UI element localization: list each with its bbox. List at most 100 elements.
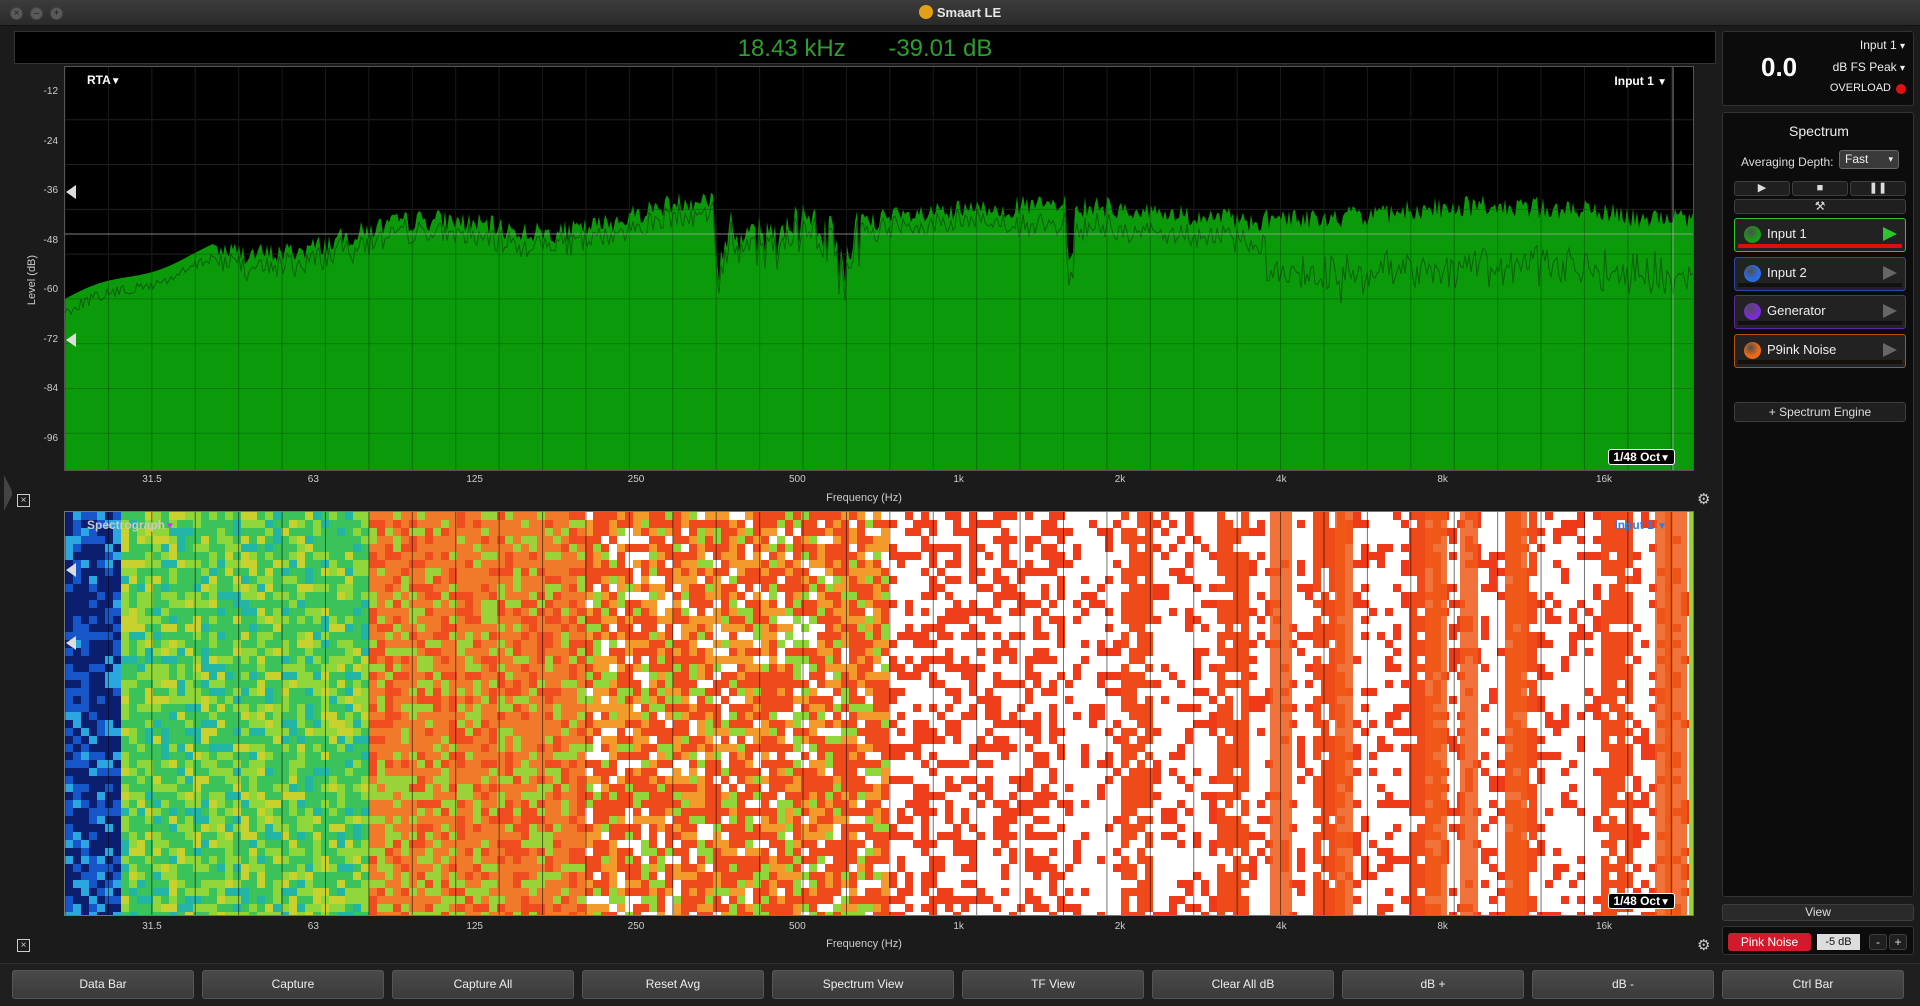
db-plus-button[interactable]: dB +: [1342, 970, 1524, 999]
chevron-down-icon: ▼: [1657, 521, 1667, 532]
meter-value: 0.0: [1761, 52, 1798, 82]
input-meter: 0.0 Input 1 ▾ dB FS Peak ▾ OVERLOAD: [1722, 31, 1914, 106]
settings-tools-button[interactable]: ⚒: [1734, 199, 1906, 214]
x-tick-label: 16k: [1595, 474, 1613, 485]
source-color-dot-icon: [1744, 226, 1761, 243]
stop-icon: ■: [1816, 182, 1824, 194]
pink-noise-button[interactable]: Pink Noise: [1728, 933, 1811, 951]
rta-resolution-dropdown[interactable]: 1/48 Oct▼: [1608, 449, 1675, 465]
source-color-dot-icon: [1744, 264, 1761, 282]
rta-input-dropdown[interactable]: Input 1 ▼: [1614, 74, 1667, 88]
meter-input-label: Input 1: [1859, 38, 1897, 52]
rta-input-label: Input 1: [1614, 74, 1654, 88]
cursor-level-readout: -39.01 dB: [888, 35, 993, 62]
x-tick-label: 8k: [1437, 474, 1448, 485]
rta-mode-label: RTA: [87, 73, 111, 87]
window-title: Smaart LE: [0, 5, 1920, 20]
top-handle-icon[interactable]: [66, 563, 76, 577]
x-tick-label: 16k: [1595, 921, 1613, 932]
view-label: View: [1805, 905, 1831, 919]
y-tick-label: -96: [43, 432, 58, 444]
x-tick-label: 125: [466, 474, 483, 485]
capture-button[interactable]: Capture: [202, 970, 384, 999]
play-icon[interactable]: [1883, 227, 1897, 241]
pause-icon: ❚❚: [1868, 182, 1888, 194]
rta-graph[interactable]: [65, 67, 1693, 470]
x-tick-label: 250: [627, 474, 645, 485]
spectrum-panel-title: Spectrum: [1789, 123, 1849, 139]
close-plot-icon[interactable]: ×: [17, 939, 30, 952]
spectrograph-band: [1665, 512, 1687, 915]
bottom-handle-icon[interactable]: [66, 333, 76, 347]
generator-level-field[interactable]: -5 dB: [1817, 934, 1860, 950]
gear-icon[interactable]: ⚙: [1697, 936, 1710, 954]
spectrograph-mode-label: Spectrograph: [87, 518, 166, 532]
reset-avg-button[interactable]: Reset Avg: [582, 970, 764, 999]
x-tick-label: 2k: [1114, 474, 1126, 485]
overload-label: OVERLOAD: [1829, 82, 1891, 94]
spectrograph-band: [1505, 512, 1527, 915]
spectrograph-input-dropdown[interactable]: Input 1 ▼: [1614, 518, 1667, 532]
x-tick-label: 31.5: [142, 921, 162, 932]
spectrograph-plot[interactable]: Spectrograph▼ Input 1 ▼ 1/48 Oct▼: [64, 511, 1694, 916]
averaging-depth-label: Averaging Depth:: [1741, 155, 1834, 169]
gear-icon[interactable]: ⚙: [1697, 490, 1710, 508]
meter-scale-dropdown[interactable]: dB FS Peak ▾: [1833, 60, 1905, 74]
capture-all-button[interactable]: Capture All: [392, 970, 574, 999]
spectrograph-mode-dropdown[interactable]: Spectrograph▼: [87, 518, 175, 532]
tools-icon: ⚒: [1814, 199, 1826, 213]
meter-input-dropdown[interactable]: Input 1 ▾: [1860, 38, 1905, 52]
source-generator[interactable]: Generator: [1734, 295, 1906, 329]
spectrograph-band: [1460, 512, 1478, 915]
source-color-dot-icon: [1744, 303, 1761, 320]
averaging-depth-select[interactable]: Fast ▾: [1839, 150, 1899, 169]
rta-plot[interactable]: RTA▼ Input 1 ▼ 1/48 Oct▼: [64, 66, 1694, 471]
clear-all-db-button[interactable]: Clear All dB: [1152, 970, 1334, 999]
ctrl-bar-button[interactable]: Ctrl Bar: [1722, 970, 1904, 999]
spectrum-view-button[interactable]: Spectrum View: [772, 970, 954, 999]
rta-mode-dropdown[interactable]: RTA▼: [87, 73, 121, 87]
title-bar: × – + Smaart LE: [0, 0, 1920, 26]
rta-y-axis-title: Level (dB): [26, 254, 38, 306]
play-icon[interactable]: [1883, 265, 1897, 280]
add-spectrum-engine-button[interactable]: + Spectrum Engine: [1734, 402, 1906, 422]
command-bar: Data Bar Capture Capture All Reset Avg Spect…: [0, 963, 1920, 1006]
data-bar: 18.43 kHz -39.01 dB: [14, 31, 1716, 64]
play-icon[interactable]: [1883, 342, 1897, 357]
tf-view-button[interactable]: TF View: [962, 970, 1144, 999]
db-minus-button[interactable]: dB -: [1532, 970, 1714, 999]
minus-label: -: [1876, 935, 1880, 949]
y-tick-label: -24: [43, 135, 58, 147]
x-tick-label: 8k: [1437, 921, 1448, 932]
source-input-1[interactable]: Input 1: [1734, 218, 1906, 252]
spectrograph-band: [1425, 512, 1447, 915]
top-handle-icon[interactable]: [66, 185, 76, 199]
source-input-2[interactable]: Input 2: [1734, 256, 1906, 291]
data-bar-button[interactable]: Data Bar: [12, 970, 194, 999]
y-tick-label: -48: [43, 234, 58, 246]
generator-level-increase-button[interactable]: +: [1889, 934, 1907, 950]
close-plot-icon[interactable]: ×: [17, 494, 30, 507]
view-button[interactable]: View: [1722, 904, 1914, 921]
chevron-down-icon: ▾: [1899, 41, 1905, 52]
meter-scale-label: dB FS Peak: [1832, 60, 1897, 74]
stop-button[interactable]: ■: [1792, 181, 1848, 196]
start-button[interactable]: ▶: [1734, 181, 1790, 196]
x-tick-label: 2k: [1114, 921, 1126, 932]
spectrograph-graph[interactable]: [65, 512, 1693, 915]
x-tick-label: 63: [307, 921, 319, 932]
averaging-depth-value: Fast: [1845, 152, 1869, 166]
play-icon[interactable]: [1883, 304, 1897, 318]
spectrograph-resolution-dropdown[interactable]: 1/48 Oct▼: [1608, 893, 1675, 909]
x-tick-label: 500: [788, 921, 806, 932]
source-label: Input 2: [1767, 264, 1807, 280]
generator-level-decrease-button[interactable]: -: [1869, 934, 1887, 950]
spectrograph-x-axis-title: Frequency (Hz): [826, 938, 902, 950]
pause-button[interactable]: ❚❚: [1850, 181, 1906, 196]
source-pink-noise[interactable]: P9ink Noise: [1734, 333, 1906, 368]
y-tick-label: -60: [43, 284, 58, 295]
bottom-handle-icon[interactable]: [66, 636, 76, 650]
x-tick-label: 250: [627, 921, 645, 932]
window-title-text: Smaart LE: [936, 5, 1002, 20]
pink-noise-label: Pink Noise: [1740, 935, 1799, 949]
